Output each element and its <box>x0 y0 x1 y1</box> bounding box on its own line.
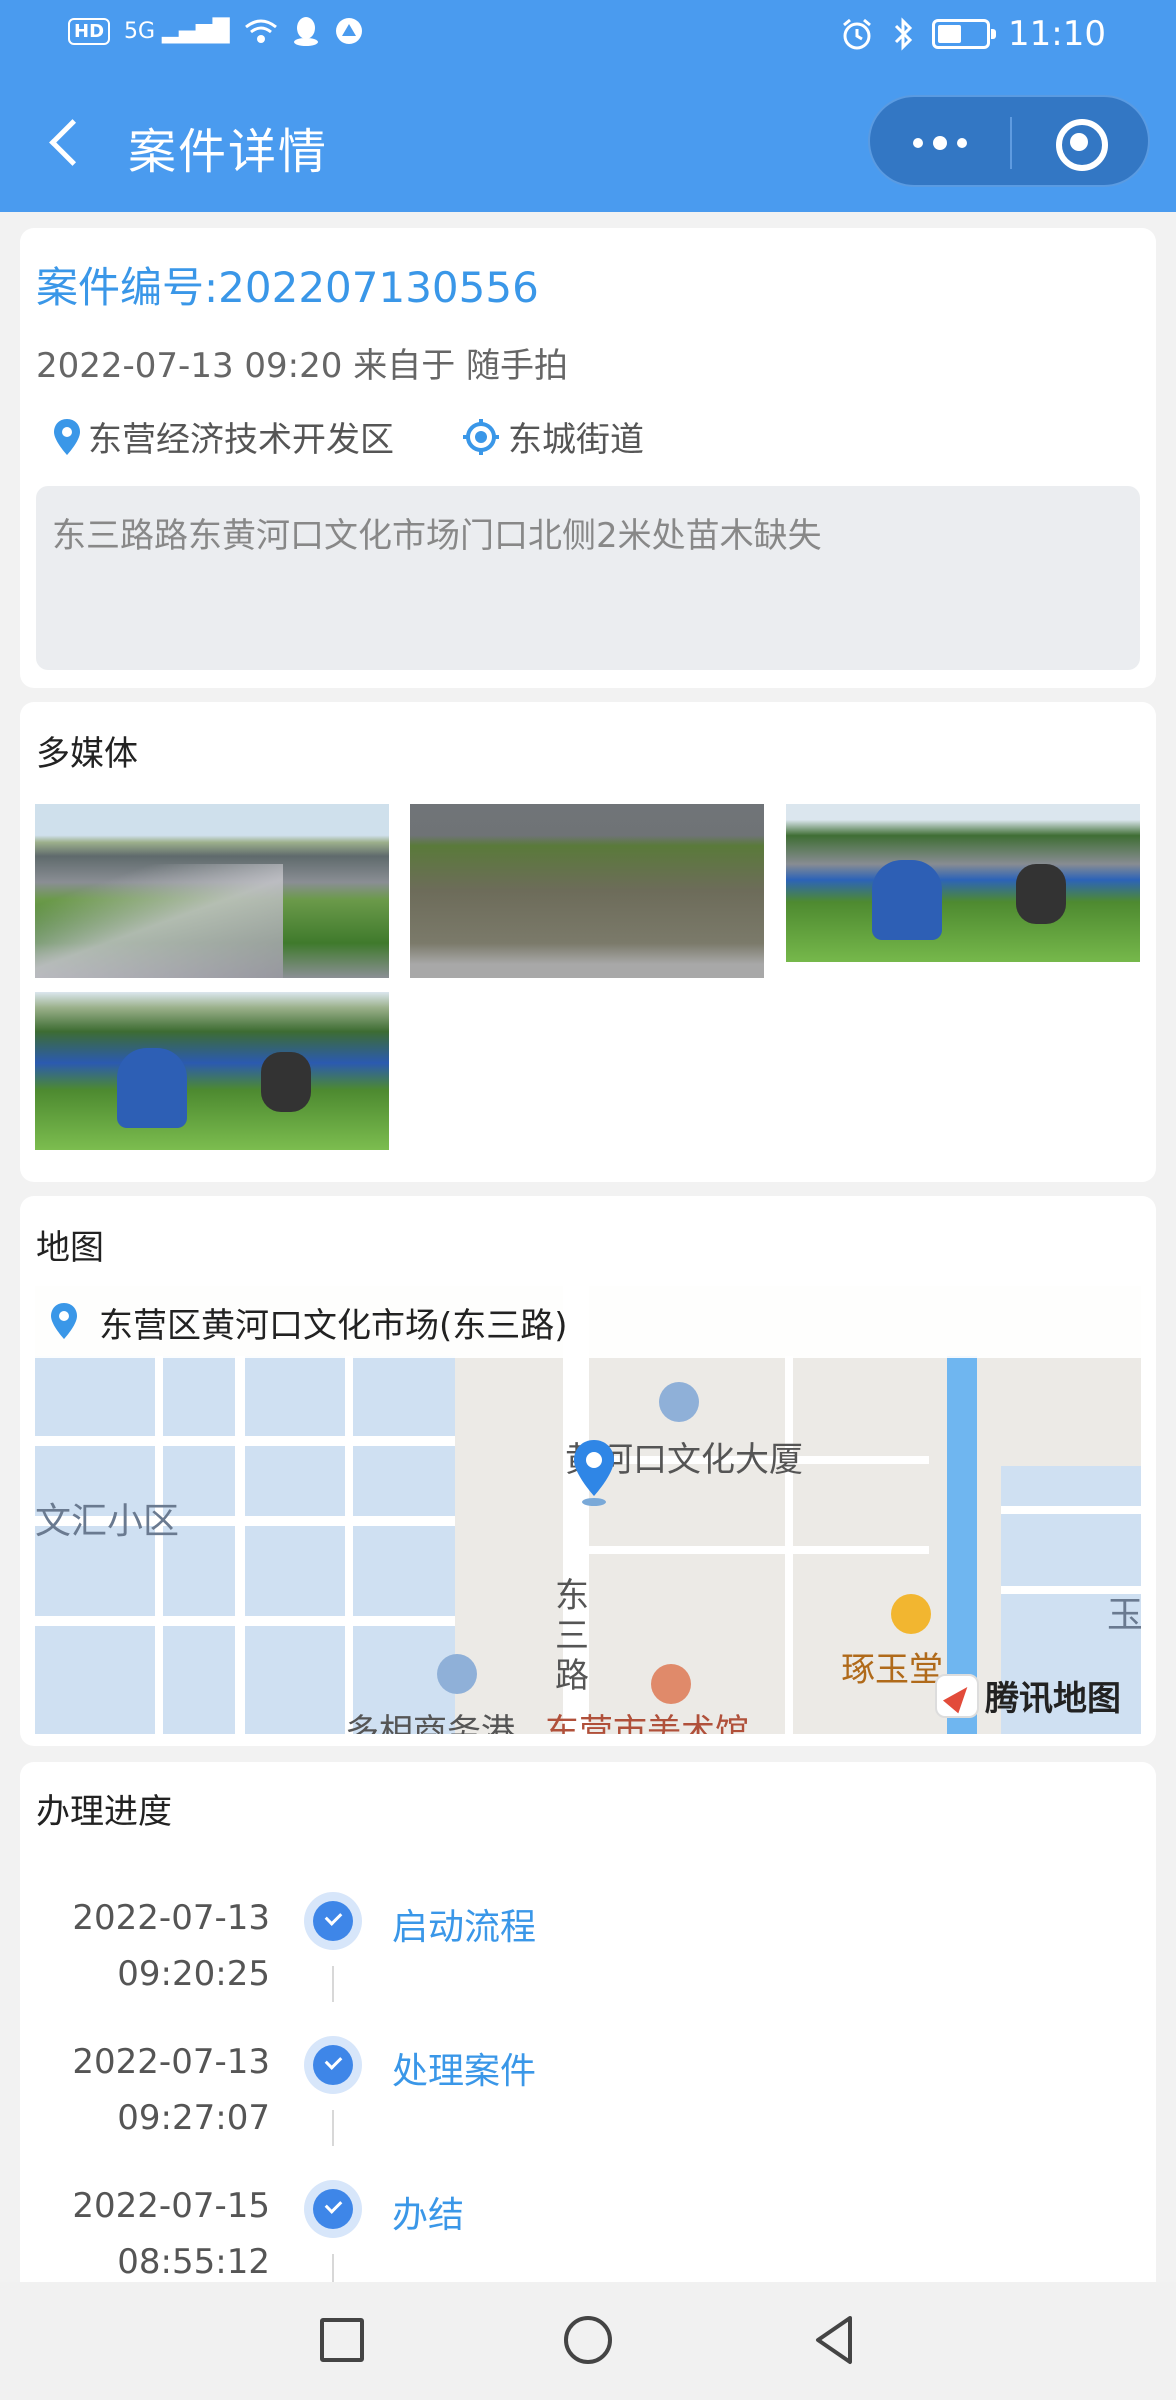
nav-bar: 案件详情 <box>0 92 1176 192</box>
hd-icon: HD <box>68 17 111 45</box>
district-label: 东营经济技术开发区 <box>88 420 394 460</box>
residential-area <box>35 1356 455 1734</box>
close-mini-program-button[interactable] <box>1012 97 1152 189</box>
case-description: 东三路路东黄河口文化市场门口北侧2米处苗木缺失 <box>36 486 1140 670</box>
media-thumbnail-4[interactable] <box>35 992 389 1150</box>
step-date: 2022-07-13 <box>72 1898 270 1938</box>
building-icon <box>659 1382 699 1422</box>
road <box>235 1356 245 1734</box>
step-datetime: 2022-07-15 08:55:12 <box>72 2178 270 2290</box>
map-label: 东三路 <box>555 1576 589 1696</box>
browser-icon <box>335 18 362 44</box>
media-title: 多媒体 <box>36 734 138 774</box>
shop-icon <box>891 1594 931 1634</box>
page-title: 案件详情 <box>128 124 329 180</box>
case-number: 案件编号:202207130556 <box>36 263 539 312</box>
app-header: HD 5G ▂▄▆█ 11:10 案件详情 <box>0 0 1176 212</box>
road <box>1001 1506 1141 1514</box>
road <box>35 1616 455 1626</box>
mini-program-capsule <box>868 95 1150 187</box>
status-left-icons: HD 5G ▂▄▆█ <box>68 16 364 46</box>
location-row: 东营经济技术开发区 东城街道 <box>52 412 712 461</box>
district-item: 东营经济技术开发区 <box>52 412 394 461</box>
system-nav-bar <box>0 2282 1176 2400</box>
media-thumbnail-2[interactable] <box>410 804 764 978</box>
signal-icon: 5G ▂▄▆█ <box>124 18 230 44</box>
check-icon <box>304 1892 362 1950</box>
bluetooth-icon <box>894 17 913 51</box>
step-datetime: 2022-07-13 09:20:25 <box>72 1890 270 2002</box>
step-label[interactable]: 启动流程 <box>392 1898 536 1950</box>
progress-card: 办理进度 2022-07-13 09:20:25 启动流程 2022-07-13… <box>20 1762 1156 2290</box>
step-date: 2022-07-15 <box>72 2186 270 2226</box>
case-info-card: 案件编号:202207130556 2022-07-13 09:20 来自于 随… <box>20 228 1156 688</box>
wifi-icon <box>244 19 277 43</box>
map-view[interactable]: 东营区黄河口文化市场(东三路) 黄河口文化大厦 文汇小区 东三路 琢玉堂 多相商… <box>35 1286 1141 1734</box>
building-icon <box>437 1654 477 1694</box>
back-triangle-icon[interactable] <box>810 2314 858 2366</box>
road <box>785 1356 793 1734</box>
road <box>155 1356 163 1734</box>
progress-step: 2022-07-13 09:27:07 处理案件 <box>20 2002 1156 2146</box>
check-icon <box>304 2036 362 2094</box>
progress-step: 2022-07-15 08:55:12 办结 <box>20 2146 1156 2290</box>
back-button[interactable] <box>38 114 94 170</box>
map-label: 玉 <box>1107 1595 1141 1636</box>
home-button[interactable] <box>564 2316 612 2364</box>
map-address-bar: 东营区黄河口文化市场(东三路) <box>35 1286 1141 1358</box>
map-title: 地图 <box>36 1228 104 1268</box>
museum-icon <box>651 1664 691 1704</box>
clock: 11:10 <box>1008 14 1106 54</box>
media-thumbnail-3[interactable] <box>786 804 1140 962</box>
target-icon <box>463 418 499 455</box>
media-card: 多媒体 <box>20 702 1156 1182</box>
map-marker-icon <box>574 1440 614 1506</box>
map-label: 文汇小区 <box>35 1501 180 1542</box>
recent-apps-button[interactable] <box>320 2318 364 2362</box>
tencent-map-logo-icon <box>935 1673 979 1718</box>
location-pin-icon <box>54 418 80 455</box>
brand-label: 腾讯地图 <box>985 1679 1121 1719</box>
street-label: 东城街道 <box>508 420 644 460</box>
status-bar: HD 5G ▂▄▆█ 11:10 <box>0 0 1176 72</box>
check-icon <box>304 2180 362 2238</box>
step-label[interactable]: 办结 <box>392 2186 464 2238</box>
road <box>35 1436 455 1446</box>
timeline-connector <box>332 2110 334 2146</box>
battery-icon <box>932 19 997 49</box>
case-meta: 2022-07-13 09:20 来自于 随手拍 <box>36 346 568 386</box>
more-button[interactable] <box>870 97 1010 189</box>
step-date: 2022-07-13 <box>72 2042 270 2082</box>
media-thumbnail-1[interactable] <box>35 804 389 978</box>
tencent-map-brand: 腾讯地图 <box>935 1671 1121 1720</box>
map-address: 东营区黄河口文化市场(东三路) <box>99 1305 568 1346</box>
progress-title: 办理进度 <box>36 1792 172 1832</box>
status-right-icons: 11:10 <box>840 14 1106 54</box>
location-pin-icon <box>51 1303 77 1339</box>
step-datetime: 2022-07-13 09:27:07 <box>72 2034 270 2146</box>
map-label: 东营市美术馆 <box>545 1712 749 1734</box>
map-label: 多相商务港 <box>345 1712 515 1734</box>
progress-step: 2022-07-13 09:20:25 启动流程 <box>20 1858 1156 2002</box>
step-time: 09:27:07 <box>117 2098 270 2138</box>
qq-icon <box>293 17 318 46</box>
map-label: 琢玉堂 <box>841 1650 943 1690</box>
step-time: 09:20:25 <box>117 1954 270 1994</box>
step-label[interactable]: 处理案件 <box>392 2042 536 2094</box>
timeline-connector <box>332 1966 334 2002</box>
street-item: 东城街道 <box>462 412 644 461</box>
road <box>345 1356 353 1734</box>
road <box>589 1546 929 1554</box>
map-card: 地图 东营区黄河口文化市场(东三路) 黄河口文化大厦 文汇小区 东三路 琢玉堂 … <box>20 1196 1156 1746</box>
alarm-icon <box>843 18 871 50</box>
